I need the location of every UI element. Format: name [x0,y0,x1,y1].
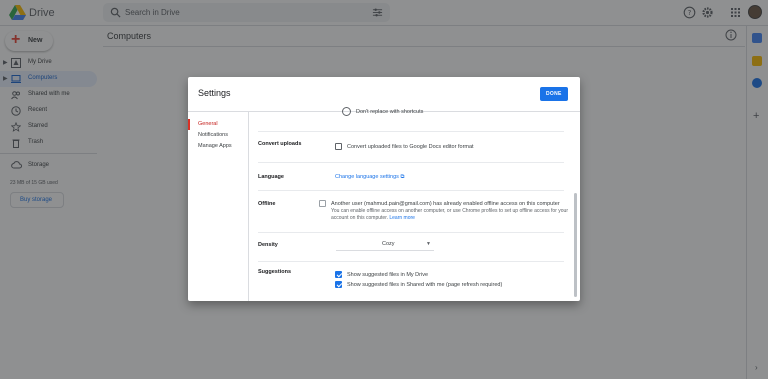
tab-manage-apps[interactable]: Manage Apps [188,141,248,152]
offline-checkbox[interactable] [319,200,326,207]
suggested-my-drive-checkbox[interactable] [335,271,342,278]
dialog-title: Settings [198,88,231,98]
checkbox-label: Show suggested files in My Drive [347,272,429,278]
change-language-link[interactable]: Change language settings ⧉ [335,174,404,181]
tab-label: General [198,121,218,127]
row-divider [258,131,564,132]
suggestions-label: Suggestions [258,269,292,275]
settings-nav-divider [248,111,249,301]
row-divider [258,232,564,233]
settings-dialog: Settings DONE General Notifications Mana… [188,77,580,301]
language-label: Language [258,174,284,180]
convert-uploads-checkbox[interactable] [335,143,342,150]
suggested-shared-checkbox[interactable] [335,281,342,288]
tab-notifications[interactable]: Notifications [188,130,248,141]
learn-more-link[interactable]: Learn more [389,215,415,221]
dont-replace-shortcuts-radio[interactable] [342,107,351,116]
radio-label: Don't replace with shortcuts [356,109,424,115]
checkbox-label: Convert uploaded files to Google Docs ed… [347,144,474,150]
offline-status-text: Another user (mahmud.pain@gmail.com) has… [331,201,560,207]
tab-label: Manage Apps [198,143,232,149]
dialog-scrollbar[interactable] [574,193,577,297]
tab-general[interactable]: General [188,119,248,130]
active-tab-indicator [188,119,190,130]
row-divider [258,162,564,163]
checkbox-label: Show suggested files in Shared with me (… [347,282,503,288]
tab-label: Notifications [198,132,228,138]
density-dropdown[interactable]: Cozy ▼ [336,239,434,251]
convert-uploads-label: Convert uploads [258,141,302,147]
density-value: Cozy [382,241,395,247]
offline-help-text: You can enable offline access on another… [331,208,571,222]
row-divider [258,261,564,262]
dropdown-caret-icon: ▼ [426,241,431,247]
density-label: Density [258,242,278,248]
offline-label: Offline [258,201,276,207]
done-button-label: DONE [546,91,562,97]
done-button[interactable]: DONE [540,87,568,101]
row-divider [258,190,564,191]
offline-help-sentence: You can enable offline access on another… [331,208,568,221]
